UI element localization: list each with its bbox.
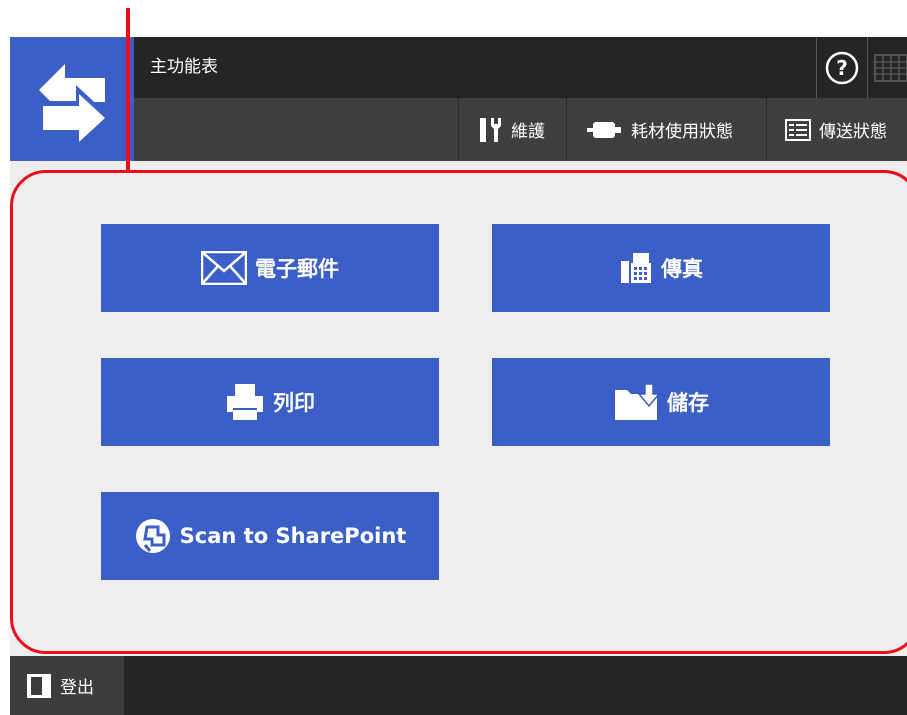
keyboard-button[interactable]	[870, 37, 907, 98]
transmission-status-button[interactable]: 傳送狀態	[766, 98, 907, 161]
callout-line	[126, 8, 130, 172]
help-circle-icon: ?	[825, 51, 859, 84]
consumables-status-label: 耗材使用狀態	[631, 122, 733, 142]
consumables-status-button[interactable]: 耗材使用狀態	[566, 98, 766, 161]
toner-roll-icon	[587, 120, 623, 140]
page-title: 主功能表	[150, 57, 218, 77]
help-area: ?	[816, 37, 907, 98]
title-bar: 主功能表 ?	[134, 37, 907, 98]
transmission-status-label: 傳送狀態	[819, 122, 887, 142]
help-button[interactable]: ?	[816, 37, 868, 98]
footer-bar: 登出	[10, 656, 907, 715]
tools-icon	[477, 116, 503, 144]
callout-frame	[10, 170, 907, 654]
toolbar: 維護 耗材使用狀態 傳送狀態	[134, 98, 907, 161]
switch-app-button[interactable]	[10, 37, 134, 161]
swap-arrows-icon	[38, 64, 110, 144]
logout-button[interactable]: 登出	[10, 656, 124, 715]
keyboard-icon	[874, 53, 907, 82]
logout-label: 登出	[60, 678, 94, 698]
maintenance-button[interactable]: 維護	[458, 98, 566, 161]
maintenance-label: 維護	[511, 122, 545, 142]
svg-text:?: ?	[836, 56, 848, 80]
list-icon	[785, 118, 811, 141]
logout-door-icon	[26, 673, 52, 699]
